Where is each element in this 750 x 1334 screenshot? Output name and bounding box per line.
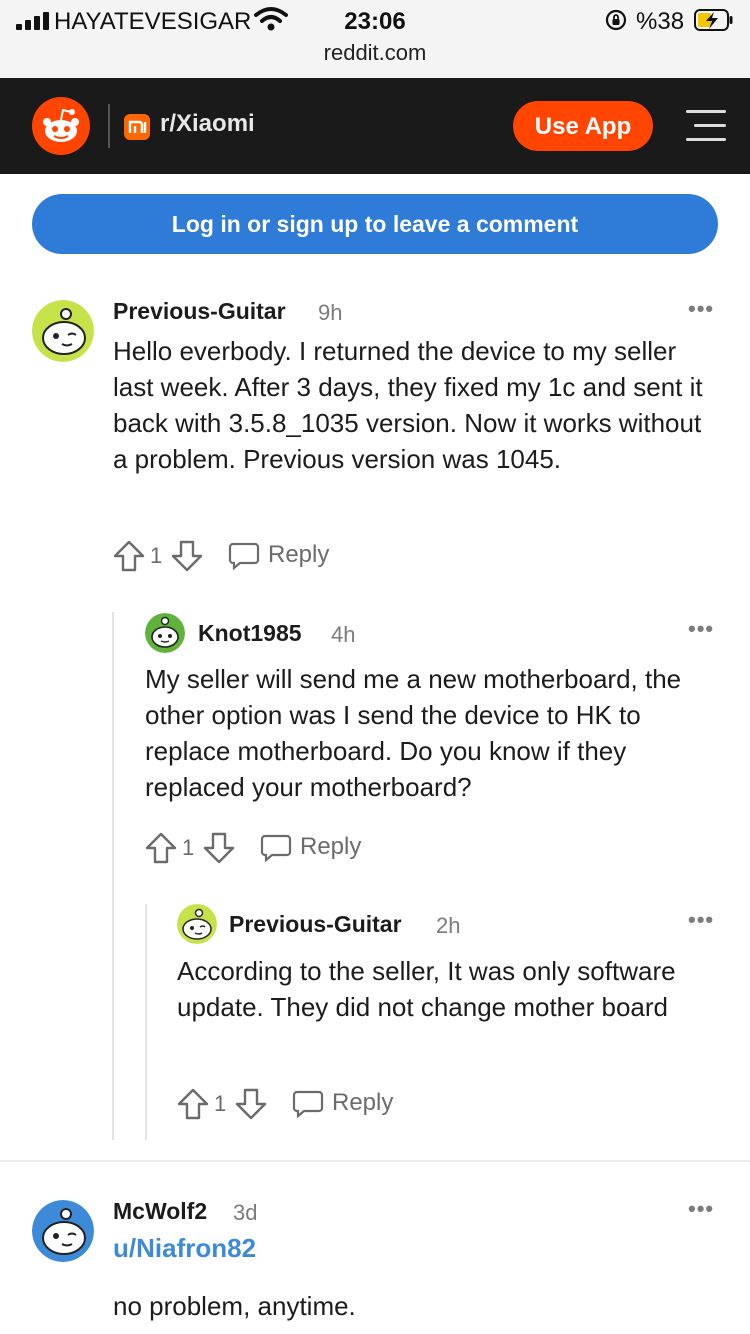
upvote-icon[interactable] xyxy=(176,1087,210,1121)
more-options-icon[interactable]: ••• xyxy=(688,296,714,322)
reply-button[interactable]: Reply xyxy=(268,541,329,569)
downvote-icon[interactable] xyxy=(170,539,204,573)
downvote-icon[interactable] xyxy=(202,831,236,865)
comment-body: no problem, anytime. xyxy=(113,1291,356,1321)
avatar[interactable] xyxy=(177,904,217,944)
comment-author[interactable]: Knot1985 xyxy=(198,620,302,647)
upvote-icon[interactable] xyxy=(112,539,146,573)
comment-author[interactable]: McWolf2 xyxy=(113,1198,207,1225)
thread-line[interactable] xyxy=(112,612,114,1140)
comment-body: Hello everbody. I returned the device to… xyxy=(113,336,703,474)
avatar[interactable] xyxy=(145,613,185,653)
thread-line[interactable] xyxy=(145,904,147,1140)
use-app-button[interactable]: Use App xyxy=(513,101,653,151)
address-bar[interactable]: reddit.com xyxy=(0,40,750,66)
comment-body: My seller will send me a new motherboard… xyxy=(145,664,682,802)
comment-age: 3d xyxy=(233,1200,258,1225)
reddit-logo-icon[interactable] xyxy=(32,97,90,155)
vote-count: 1 xyxy=(150,543,163,568)
comment-body: According to the seller, It was only sof… xyxy=(177,956,676,1022)
comment-actions: 1 Reply xyxy=(144,831,384,867)
status-bar: HAYATEVESIGAR 23:06 reddit.com %38 xyxy=(0,0,750,78)
site-header: r/Xiaomi Use App xyxy=(0,78,750,174)
comment-age: 4h xyxy=(331,622,356,647)
reply-button[interactable]: Reply xyxy=(332,1089,393,1117)
reply-icon[interactable] xyxy=(260,833,292,863)
header-divider xyxy=(108,104,110,148)
login-signup-button[interactable]: Log in or sign up to leave a comment xyxy=(32,194,718,254)
comment-author[interactable]: Previous-Guitar xyxy=(229,911,402,938)
downvote-icon[interactable] xyxy=(234,1087,268,1121)
comment-age: 9h xyxy=(318,300,343,325)
more-options-icon[interactable]: ••• xyxy=(688,1196,714,1222)
reply-button[interactable]: Reply xyxy=(300,833,361,861)
rotation-lock-icon xyxy=(605,9,627,31)
vote-count: 1 xyxy=(182,835,195,860)
vote-count: 1 xyxy=(214,1091,227,1116)
hamburger-menu-icon[interactable] xyxy=(686,108,726,144)
comment-actions: 1 Reply xyxy=(176,1087,416,1123)
battery-charging-icon xyxy=(694,9,733,31)
avatar[interactable] xyxy=(32,300,94,362)
comment-age: 2h xyxy=(436,913,461,938)
reply-icon[interactable] xyxy=(228,541,260,571)
xiaomi-logo-icon xyxy=(124,114,150,140)
upvote-icon[interactable] xyxy=(144,831,178,865)
comment-separator xyxy=(0,1160,750,1162)
battery-percent: %38 xyxy=(636,8,685,35)
comment-author[interactable]: Previous-Guitar xyxy=(113,298,286,325)
subreddit-name[interactable]: r/Xiaomi xyxy=(160,110,255,138)
more-options-icon[interactable]: ••• xyxy=(688,907,714,933)
reply-icon[interactable] xyxy=(292,1089,324,1119)
comment-actions: 1 Reply xyxy=(112,539,352,575)
avatar[interactable] xyxy=(32,1200,94,1262)
more-options-icon[interactable]: ••• xyxy=(688,616,714,642)
user-mention-link[interactable]: u/Niafron82 xyxy=(113,1233,256,1264)
